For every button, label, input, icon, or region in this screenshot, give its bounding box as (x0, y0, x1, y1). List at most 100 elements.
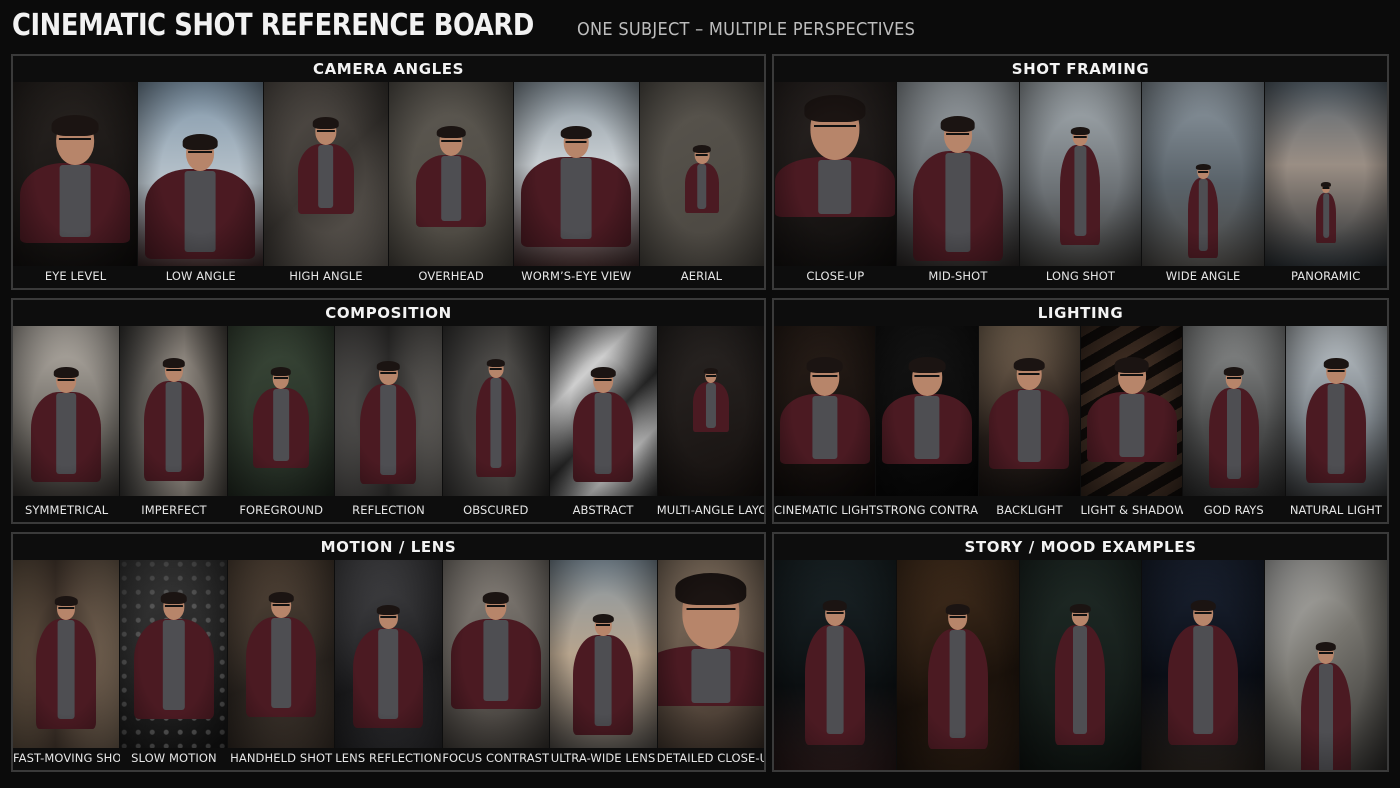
subject-figure (1316, 182, 1337, 247)
thumbnail-image (774, 82, 896, 266)
thumbnail-label: IMPERFECT (141, 503, 207, 517)
subject-figure (692, 367, 729, 437)
thumbnail-image (263, 82, 388, 266)
thumbnail-image (1080, 326, 1183, 496)
panel-lighting: LIGHTING CINEMATIC LIGHTINGSTRONG CONTRA… (772, 298, 1389, 524)
thumbnail-strip (774, 560, 1387, 770)
subject-figure (1086, 357, 1177, 468)
subject-figure (1188, 163, 1219, 263)
board-title: CINEMATIC SHOT REFERENCE BOARD (12, 8, 534, 43)
thumbnail-image (550, 326, 657, 496)
subject-figure (804, 600, 865, 750)
thumbnail-label: AERIAL (680, 269, 723, 283)
subject-figure (779, 357, 870, 470)
panel-title-composition: COMPOSITION (325, 304, 452, 322)
thumbnail-strip (13, 326, 764, 496)
thumbnail-image (1265, 560, 1387, 770)
thumbnail-label: FOCUS CONTRAST (442, 751, 550, 765)
subject-figure (1306, 358, 1367, 488)
thumbnail-label: LENS REFLECTION (335, 751, 442, 765)
subject-figure (881, 357, 972, 470)
subject-figure (253, 367, 310, 473)
subject-figure (133, 591, 214, 724)
thumbnail-label: BACKLIGHT (996, 503, 1063, 517)
thumbnail-strip (774, 82, 1387, 266)
subject-figure (684, 144, 719, 218)
subject-figure (353, 605, 424, 733)
board-header: CINEMATIC SHOT REFERENCE BOARD ONE SUBJE… (12, 8, 953, 48)
thumbnail-image (1183, 326, 1285, 496)
thumbnail-label: HIGH ANGLE (289, 269, 363, 283)
panel-title-motion-lens: MOTION / LENS (320, 538, 457, 556)
thumbnail-label: HANDHELD SHOT (230, 751, 333, 765)
thumbnail-image (1019, 560, 1142, 770)
subject-figure (1055, 604, 1106, 750)
thumbnail-label: FAST-MOVING SHOT (13, 751, 121, 765)
subject-figure (1060, 126, 1101, 250)
panel-title-story-mood: STORY / MOOD EXAMPLES (964, 538, 1197, 556)
thumbnail-label: STRONG CONTRAST (876, 503, 979, 517)
subject-figure (573, 367, 634, 487)
panel-shot-framing: SHOT FRAMING CLOSE-UP MID-SHOT LONG SHOT WI… (772, 54, 1389, 290)
thumbnail-strip (13, 560, 764, 748)
thumbnail-image (1142, 560, 1265, 770)
subject-figure (145, 134, 256, 265)
thumbnail-label: ABSTRACT (572, 503, 634, 517)
thumbnail-image (1265, 82, 1387, 266)
thumbnail-image (896, 560, 1019, 770)
thumbnail-label: PANORAMIC (1290, 269, 1361, 283)
subject-figure (360, 361, 417, 489)
thumbnail-image (227, 560, 335, 748)
subject-figure (143, 358, 204, 486)
panel-story-mood: STORY / MOOD EXAMPLES (772, 532, 1389, 772)
subject-figure (20, 115, 131, 249)
thumbnail-image (978, 326, 1080, 496)
thumbnail-label: MULTI-ANGLE LAYOUT (656, 503, 764, 517)
thumbnail-label: DETAILED CLOSE-UP (656, 751, 764, 765)
thumbnail-label: MID-SHOT (928, 269, 988, 283)
thumbnail-label: REFLECTION (352, 503, 425, 517)
subject-figure (912, 116, 1003, 266)
subject-figure (475, 358, 516, 482)
thumbnail-label: EYE LEVEL (44, 269, 107, 283)
thumbnail-label: OBSCURED (463, 503, 529, 517)
thumbnail-label: LIGHT & SHADOW (1080, 503, 1183, 517)
thumbnail-image (138, 82, 263, 266)
thumbnail-label: WIDE ANGLE (1165, 269, 1241, 283)
panel-motion-lens: MOTION / LENS FAST-MOVING SHOT SLOW MOTIO… (11, 532, 766, 772)
subject-figure (573, 614, 634, 740)
subject-figure (774, 95, 895, 224)
thumbnail-label: SLOW MOTION (131, 751, 217, 765)
subject-figure (989, 357, 1070, 474)
board-subtitle: ONE SUBJECT – MULTIPLE PERSPECTIVES (576, 19, 915, 40)
thumbnail-image (774, 560, 896, 770)
thumbnail-label: ULTRA-WIDE LENS (550, 751, 656, 765)
thumbnail-image (896, 82, 1019, 266)
subject-figure (246, 592, 317, 722)
panel-title-lighting: LIGHTING (1037, 304, 1124, 322)
thumbnail-image (1285, 326, 1387, 496)
panel-camera-angles: CAMERA ANGLES EYE LEVEL LOW ANGLE HIGH ANG… (11, 54, 766, 290)
thumbnail-label: NATURAL LIGHT (1289, 503, 1383, 517)
thumbnail-strip (13, 82, 764, 266)
thumbnail-strip (774, 326, 1387, 496)
thumbnail-image (550, 560, 657, 748)
panel-composition: COMPOSITION SYMMETRICAL IMPERFECT FOREGROU… (11, 298, 766, 524)
subject-figure (927, 604, 988, 754)
subject-figure (297, 116, 354, 219)
subject-figure (521, 125, 632, 252)
thumbnail-image (657, 560, 764, 748)
thumbnail-image (442, 560, 550, 748)
subject-figure (416, 125, 487, 232)
thumbnail-image (120, 560, 227, 748)
thumbnail-label: SYMMETRICAL (25, 503, 109, 517)
thumbnail-image (388, 82, 514, 266)
thumbnail-image (120, 326, 227, 496)
thumbnail-image (13, 82, 138, 266)
thumbnail-image (335, 560, 442, 748)
thumbnail-image (13, 560, 120, 748)
thumbnail-label: FOREGROUND (239, 503, 324, 517)
panel-title-shot-framing: SHOT FRAMING (1011, 60, 1150, 78)
thumbnail-label: CINEMATIC LIGHTING (774, 503, 877, 517)
subject-figure (657, 573, 764, 713)
